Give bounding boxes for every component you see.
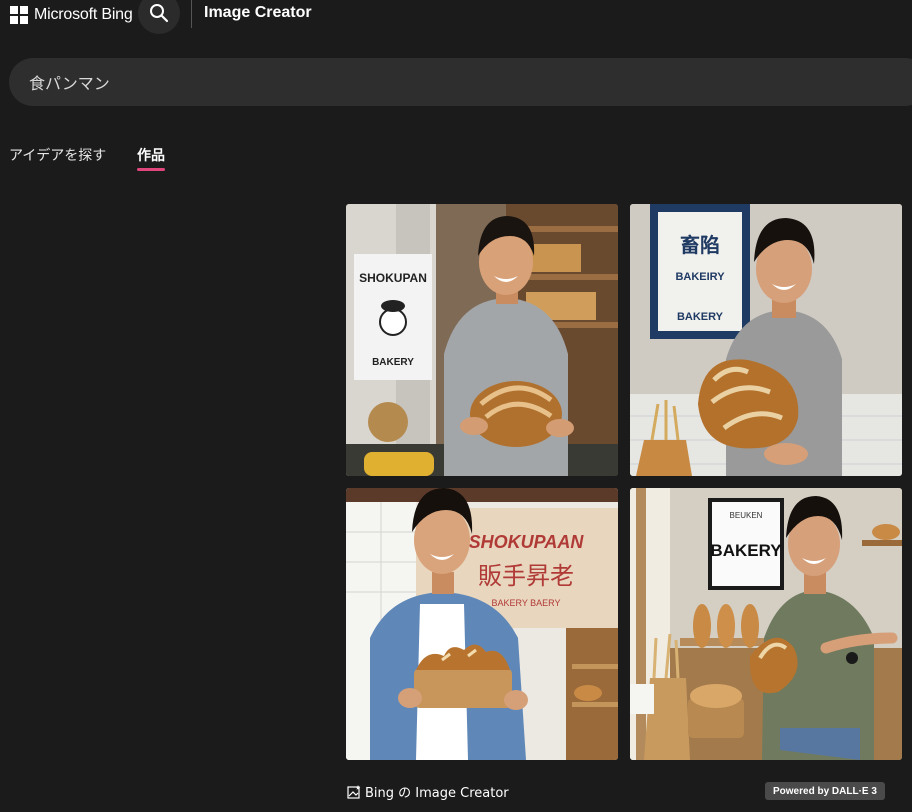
header-divider <box>191 0 192 28</box>
generated-image-2[interactable]: 畜陷 BAKEIRY BAKERY <box>630 204 902 476</box>
sign-title: BAKERY <box>710 541 782 560</box>
brand-name: Microsoft Bing <box>34 6 133 23</box>
tab-explore-ideas[interactable]: アイデアを探す <box>9 145 106 165</box>
microsoft-logo-icon <box>10 6 28 24</box>
sign-kanji: 畜陷 <box>680 233 720 257</box>
footer-image-creator-link[interactable]: Bing の Image Creator <box>346 782 509 801</box>
footer-brand-label: Bing の Image Creator <box>365 786 509 801</box>
prompt-input[interactable] <box>29 58 889 106</box>
sign-top: BEUKEN <box>730 511 763 520</box>
search-icon <box>150 4 169 23</box>
sign-subtitle: BAKERY <box>677 311 724 323</box>
generated-image-4[interactable]: BEUKEN BAKERY <box>630 488 902 760</box>
product-title[interactable]: Image Creator <box>204 4 312 22</box>
sign-title: BAKEIRY <box>675 271 725 283</box>
sign-title: SHOKUPAAN <box>469 532 585 552</box>
sign-kanji: 販手昇老 <box>478 562 574 590</box>
active-tab-indicator <box>137 168 165 171</box>
powered-by-badge: Powered by DALL·E 3 <box>765 782 885 800</box>
search-button[interactable] <box>138 0 180 34</box>
generated-image-3[interactable]: SHOKUPAAN 販手昇老 BAKERY BAERY <box>346 488 618 760</box>
bing-logo[interactable]: Microsoft Bing <box>10 4 133 26</box>
sign-subtitle: BAKERY BAERY <box>491 598 560 608</box>
prompt-bar <box>9 58 912 106</box>
image-creator-icon <box>347 784 361 799</box>
generated-image-1[interactable]: SHOKUPAN BAKERY <box>346 204 618 476</box>
tab-creations[interactable]: 作品 <box>137 145 165 165</box>
sign-subtitle: BAKERY <box>372 357 414 368</box>
sign-title: SHOKUPAN <box>359 271 427 285</box>
